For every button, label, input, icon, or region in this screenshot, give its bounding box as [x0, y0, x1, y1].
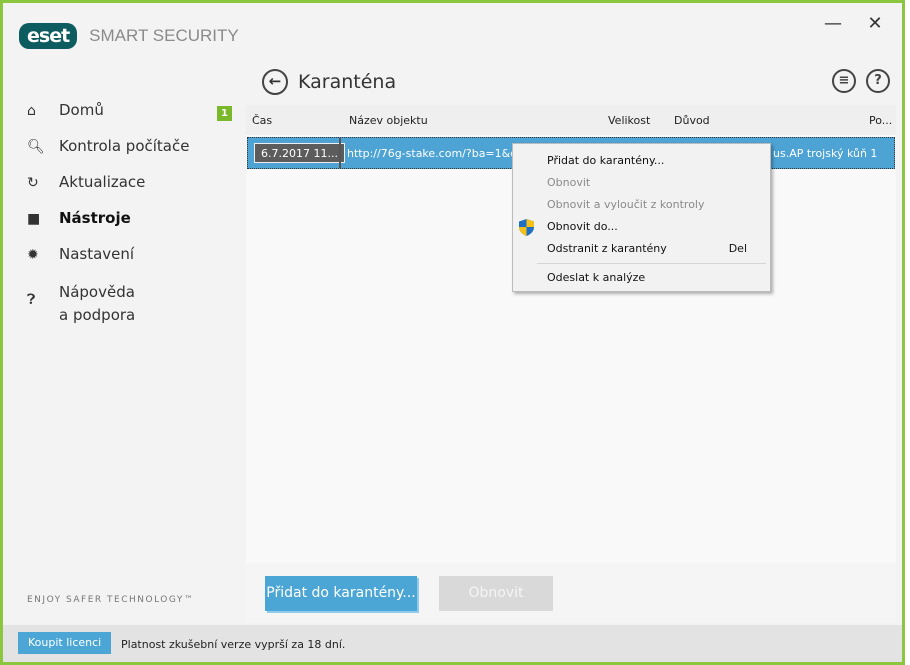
column-size[interactable]: Velikost — [608, 114, 650, 127]
home-icon: ⌂ — [27, 103, 36, 119]
sidebar-item-update[interactable]: ↻ Aktualizace — [27, 173, 232, 209]
search-icon: 🔍︎ — [27, 139, 45, 155]
help-label-line1: Nápověda — [59, 283, 135, 301]
gear-icon: ✹ — [27, 247, 39, 263]
main-content: ← Karanténa ≡ ? Čas Název objektu Veliko… — [246, 43, 896, 620]
close-button[interactable]: ✕ — [865, 13, 885, 34]
back-arrow-icon[interactable]: ← — [262, 69, 288, 95]
column-more[interactable]: Po... — [869, 114, 892, 127]
uac-shield-icon — [519, 219, 534, 236]
menu-item-add-quarantine[interactable]: Přidat do karantény... — [547, 154, 767, 174]
context-menu: Přidat do karantény... Obnovit Obnovit a… — [512, 143, 771, 292]
logo-badge: eset — [19, 23, 78, 49]
buy-license-button[interactable]: Koupit licenci — [18, 632, 112, 654]
help-icon: ❓︎ — [27, 292, 36, 308]
column-name[interactable]: Název objektu — [349, 114, 428, 127]
add-to-quarantine-button[interactable]: Přidat do karantény... — [265, 576, 417, 611]
sidebar-item-label: Nástroje — [59, 209, 131, 227]
menu-item-restore-exclude: Obnovit a vyloučit z kontroly — [547, 198, 705, 211]
trial-status-text: Platnost zkušební verze vyprší za 18 dní… — [121, 638, 346, 651]
cell-time[interactable]: 6.7.2017 11... — [254, 143, 345, 163]
menu-item-restore: Obnovit — [547, 176, 591, 189]
cell-name: http://76g-stake.com/?ba=1&dm — [347, 147, 528, 160]
minimize-button[interactable]: — — [823, 13, 843, 34]
action-bar: Přidat do karantény... Obnovit — [246, 563, 896, 623]
sidebar-item-home[interactable]: ⌂ Domů 1 — [27, 101, 232, 137]
menu-icon[interactable]: ≡ — [832, 69, 856, 93]
menu-item-submit-analysis[interactable]: Odeslat k analýze — [547, 271, 767, 291]
menu-item-delete[interactable]: Odstranit z karantény Del — [547, 242, 767, 262]
table-header: Čas Název objektu Velikost Důvod Po... — [246, 105, 896, 135]
sidebar-item-help[interactable]: ❓︎ Nápověda a podpora — [27, 281, 232, 331]
menu-item-label: Odstranit z karantény — [547, 242, 667, 255]
page-title: Karanténa — [298, 71, 397, 93]
help-label-line2: a podpora — [59, 306, 136, 324]
sidebar-item-tools[interactable]: ■ Nástroje — [27, 209, 232, 245]
refresh-icon: ↻ — [27, 175, 39, 191]
menu-item-restore-to[interactable]: Obnovit do... — [547, 220, 767, 240]
sidebar-item-label: Domů — [59, 101, 104, 119]
notification-badge: 1 — [217, 106, 232, 121]
sidebar-item-label: Aktualizace — [59, 173, 146, 191]
sidebar-item-scan[interactable]: 🔍︎ Kontrola počítače — [27, 137, 232, 173]
column-time[interactable]: Čas — [252, 114, 272, 127]
help-icon[interactable]: ? — [866, 69, 890, 93]
toolbox-icon: ■ — [27, 211, 41, 227]
app-window: eset SMART SECURITY — ✕ ⌂ Domů 1 🔍︎ Kontrol… — [0, 0, 905, 665]
status-footer: Koupit licenci Platnost zkušební verze v… — [3, 625, 902, 662]
sidebar-item-settings[interactable]: ✹ Nastavení — [27, 245, 232, 281]
slogan: ENJOY SAFER TECHNOLOGY™ — [27, 595, 195, 605]
column-reason[interactable]: Důvod — [674, 114, 710, 127]
product-name: SMART SECURITY — [89, 26, 239, 45]
sidebar: ⌂ Domů 1 🔍︎ Kontrola počítače ↻ Aktualizace … — [27, 101, 232, 331]
restore-button[interactable]: Obnovit — [439, 576, 553, 611]
cell-reason: us.AP trojský kůň 1 — [773, 147, 878, 160]
menu-separator — [537, 263, 766, 264]
shortcut-label: Del — [728, 242, 747, 255]
sidebar-item-label: Nápověda a podpora — [59, 281, 135, 327]
sidebar-item-label: Kontrola počítače — [59, 137, 190, 155]
sidebar-item-label: Nastavení — [59, 245, 135, 263]
eset-logo: eset SMART SECURITY — [19, 23, 239, 49]
cell-divider — [339, 138, 341, 168]
page-header: ← Karanténa — [262, 69, 396, 95]
